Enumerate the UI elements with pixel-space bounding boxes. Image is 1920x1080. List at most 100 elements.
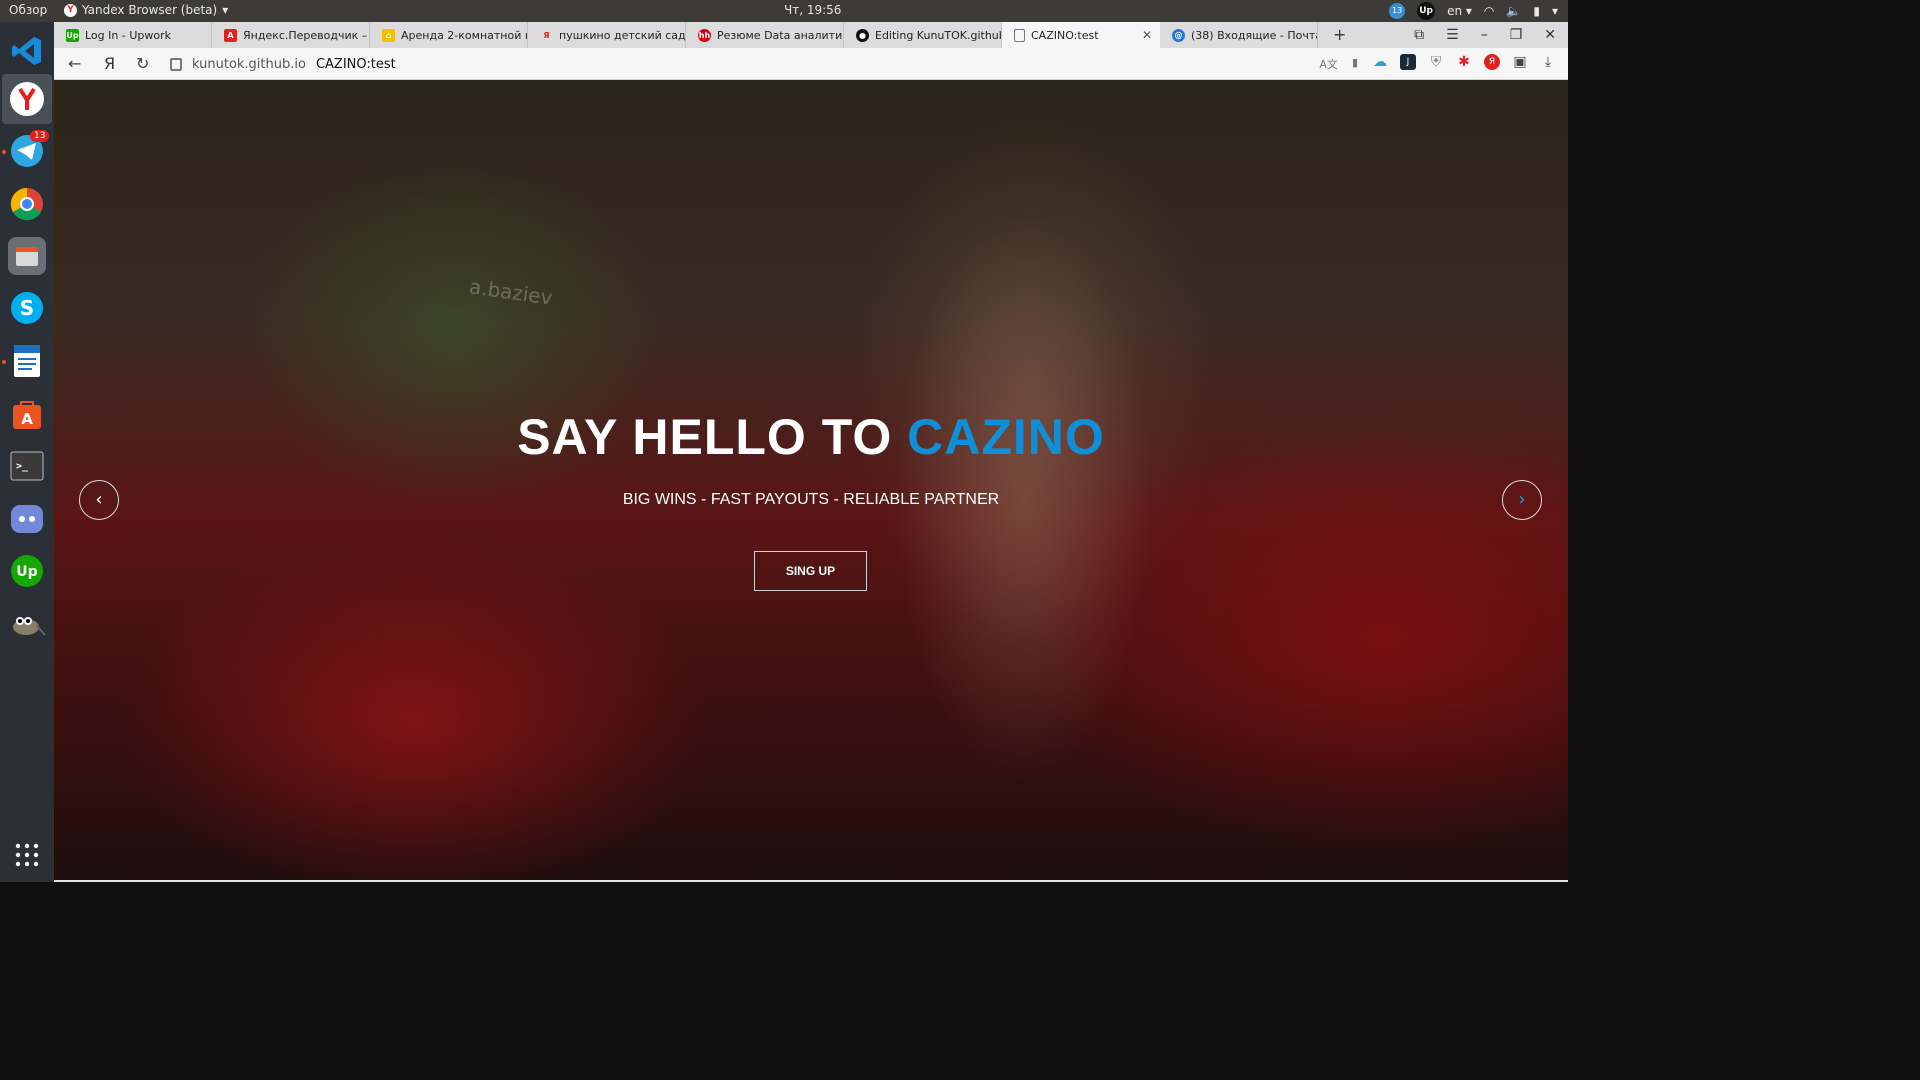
page-icon (1014, 28, 1025, 42)
hero-slider: a.baziev SAY HELLO TO CAZINO BIG WINS - … (54, 80, 1568, 880)
system-top-bar: Обзор Y Yandex Browser (beta) ▾ Чт, 19:5… (0, 0, 1568, 22)
close-tab-icon[interactable]: ✕ (1142, 28, 1152, 42)
tab-label: CAZINO:test (1031, 28, 1099, 42)
restore-icon[interactable]: ❐ (1510, 27, 1523, 43)
translate-icon[interactable]: A文 (1319, 56, 1338, 72)
wifi-icon[interactable]: ◠ (1484, 4, 1494, 18)
svg-text:>_: >_ (16, 461, 29, 472)
url-domain: kunutok.github.io (192, 56, 306, 72)
back-icon[interactable]: ← (68, 54, 81, 73)
chevron-right-icon: › (1518, 489, 1526, 510)
volume-icon[interactable]: 🔈 (1506, 4, 1521, 18)
tab-search[interactable]: Я пушкино детский сад № (528, 22, 686, 48)
extensions-bar: ☁ J ⛨ ✱ Я ▣ ⤓ (1372, 54, 1556, 70)
prev-slide-button[interactable]: ‹ (79, 480, 119, 520)
files-icon[interactable] (8, 237, 46, 275)
yandex-extension-icon[interactable]: Я (1484, 54, 1500, 70)
running-indicator (2, 360, 6, 364)
tab-label: (38) Входящие - Почта М (1191, 28, 1317, 42)
tab-github[interactable]: ● Editing KunuTOK.github.io (844, 22, 1002, 48)
tab-label: пушкино детский сад № (559, 28, 686, 42)
hero-subtitle: BIG WINS - FAST PAYOUTS - RELIABLE PARTN… (622, 491, 1000, 508)
photo-watermark: a.baziev (467, 274, 555, 310)
upwork-tray-icon[interactable]: Up (1417, 2, 1436, 20)
gimp-icon[interactable] (8, 605, 46, 643)
headline-prefix: SAY HELLO TO (517, 409, 893, 465)
yandex-logo-icon: Y (64, 3, 77, 17)
omnibox-actions: A文 ▮ (1319, 56, 1358, 72)
bookmark-icon[interactable]: ▮ (1352, 56, 1358, 72)
tab-upwork[interactable]: Up Log In - Upwork (54, 22, 212, 48)
window-controls: ⧉ ☰ – ❐ ✕ (1414, 22, 1568, 48)
upwork-icon[interactable]: Up (8, 552, 46, 590)
window-bottom-edge (54, 880, 1568, 882)
reload-icon[interactable]: ↻ (136, 54, 149, 73)
svg-text:S: S (20, 296, 34, 320)
svg-text:Up: Up (16, 564, 37, 580)
tab-resume[interactable]: hh Резюме Data аналитик (686, 22, 844, 48)
signup-button[interactable]: SING UP (754, 551, 867, 591)
discord-icon[interactable] (8, 500, 46, 538)
github-icon: ● (856, 28, 869, 42)
clock[interactable]: Чт, 19:56 (784, 3, 841, 17)
tab-overview-icon[interactable]: ⧉ (1414, 27, 1424, 43)
bug-icon[interactable]: ✱ (1456, 54, 1472, 70)
tab-label: Резюме Data аналитик (717, 28, 844, 42)
yandex-browser-icon[interactable] (2, 74, 52, 124)
tab-label: Яндекс.Переводчик – сл (243, 28, 370, 42)
chevron-down-icon[interactable]: ▾ (1552, 4, 1558, 18)
tab-rent[interactable]: ⌂ Аренда 2-комнатной кв (370, 22, 528, 48)
address-bar: ← Я ↻ kunutok.github.io CAZINO:test A文 ▮… (54, 48, 1568, 80)
app-menu[interactable]: Y Yandex Browser (beta) ▾ (64, 3, 228, 17)
dark-extension-icon[interactable]: J (1400, 54, 1416, 70)
show-apps-icon[interactable] (8, 836, 46, 874)
svg-text:A: A (21, 410, 33, 428)
tab-cazino[interactable]: CAZINO:test ✕ (1002, 22, 1160, 48)
running-indicator (2, 150, 6, 154)
menu-icon[interactable]: ☰ (1446, 27, 1459, 43)
new-tab-icon[interactable]: + (1333, 25, 1346, 44)
tab-mail[interactable]: @ (38) Входящие - Почта М (1160, 22, 1318, 48)
launcher-dock: 13 S A >_ Up (0, 22, 54, 882)
vscode-icon[interactable] (8, 32, 46, 70)
system-tray: 13 Up en ▾ ◠ 🔈 ▮ ▾ (1389, 2, 1558, 20)
terminal-icon[interactable]: >_ (8, 447, 46, 485)
libreoffice-writer-icon[interactable] (8, 342, 46, 380)
tab-label: Аренда 2-комнатной кв (401, 28, 528, 42)
hero-background-image (834, 80, 1214, 880)
minimize-icon[interactable]: – (1481, 27, 1488, 43)
translate-icon: A (224, 28, 237, 42)
lock-icon[interactable] (170, 57, 182, 71)
chrome-icon[interactable] (8, 185, 46, 223)
next-slide-button[interactable]: › (1502, 480, 1542, 520)
skype-icon[interactable]: S (8, 289, 46, 327)
close-window-icon[interactable]: ✕ (1544, 27, 1556, 43)
download-icon[interactable]: ⤓ (1540, 54, 1556, 70)
language-label: en (1447, 4, 1463, 18)
battery-icon[interactable]: ▮ (1533, 4, 1540, 18)
house-icon: ⌂ (382, 28, 395, 42)
chat-icon[interactable]: ▣ (1512, 54, 1528, 70)
activities-button[interactable]: Обзор (9, 3, 47, 17)
telegram-unread-badge: 13 (30, 130, 50, 142)
mail-icon: @ (1172, 28, 1185, 42)
notification-badge[interactable]: 13 (1389, 3, 1406, 19)
upwork-icon: Up (66, 28, 79, 42)
hh-icon: hh (698, 28, 711, 42)
ubuntu-software-icon[interactable]: A (8, 395, 46, 433)
language-indicator[interactable]: en ▾ (1447, 4, 1472, 18)
hero-headline: SAY HELLO TO CAZINO (54, 408, 1568, 466)
yandex-icon: Я (543, 30, 550, 40)
headline-brand: CAZINO (907, 409, 1105, 465)
chevron-down-icon: ▾ (222, 3, 229, 17)
url-field[interactable]: kunutok.github.io CAZINO:test (164, 52, 1344, 76)
app-name-label: Yandex Browser (beta) (82, 3, 218, 17)
tab-label: Log In - Upwork (85, 28, 171, 42)
tab-translator[interactable]: A Яндекс.Переводчик – сл (212, 22, 370, 48)
chevron-left-icon: ‹ (95, 489, 103, 510)
url-page-title: CAZINO:test (315, 56, 396, 72)
tab-strip: Up Log In - Upwork A Яндекс.Переводчик –… (54, 22, 1568, 48)
cloud-icon[interactable]: ☁ (1372, 54, 1388, 70)
shield-icon[interactable]: ⛨ (1428, 54, 1444, 70)
yandex-home-button[interactable]: Я (104, 54, 115, 73)
